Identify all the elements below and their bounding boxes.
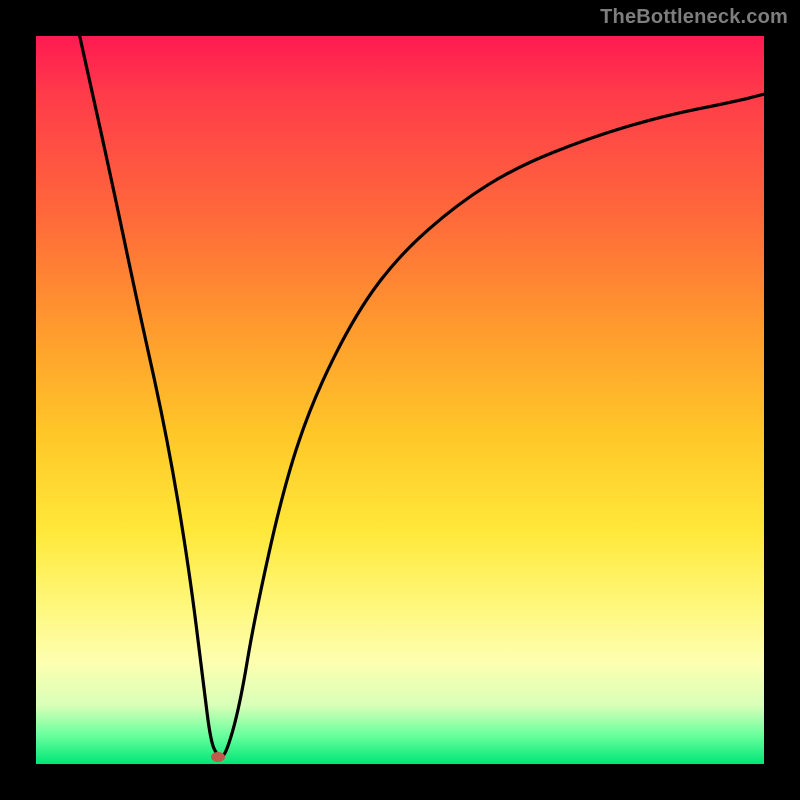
watermark-text: TheBottleneck.com [600,6,788,29]
chart-frame: TheBottleneck.com [0,0,800,800]
min-point-marker [211,752,225,762]
plot-area [36,36,764,764]
bottleneck-curve [36,36,764,764]
